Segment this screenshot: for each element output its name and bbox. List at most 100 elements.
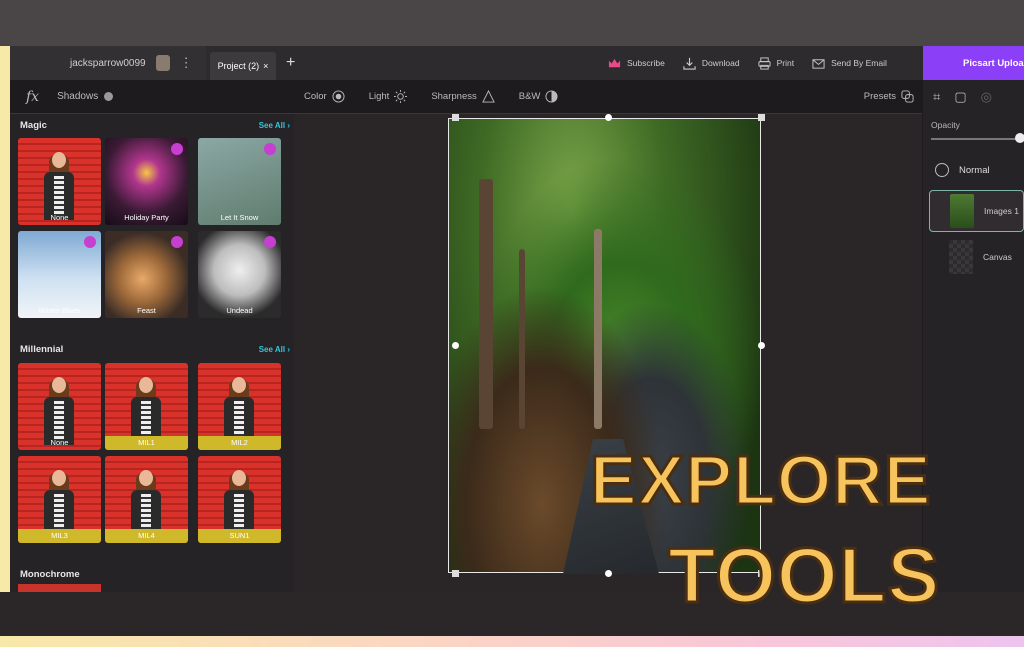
effects-panel: Magic See All › None Holiday Party Let I… [10,114,294,592]
sharpness-icon [481,90,495,103]
resize-handle[interactable] [758,342,765,349]
section-title-magic: Magic [20,120,47,131]
download-icon [683,57,696,70]
effect-label: MIL4 [138,531,155,540]
transform-icon[interactable]: ▢ [954,89,966,105]
shadows-icon [104,92,114,101]
tool-color-label: Color [304,91,327,102]
model-image [44,470,74,538]
adjust-toolbar: Color Light Sharpness B&W Presets [294,80,922,114]
overlay-line-1: EXPLORE [589,440,933,521]
effect-mil4[interactable]: MIL4 [105,456,188,543]
tool-light-label: Light [368,91,390,102]
resize-handle[interactable] [452,342,459,349]
model-image [44,152,74,220]
send-email-label: Send By Email [831,58,887,68]
layer-item[interactable]: Canvas [929,236,1024,278]
download-label: Download [701,58,740,68]
effect-label: Winter Blues [38,306,81,315]
print-label: Print [776,58,795,68]
effect-label: Let It Snow [220,213,259,222]
premium-icon [264,236,276,248]
layer-thumbnail [949,240,973,274]
tool-color[interactable]: Color [304,90,345,103]
section-title-monochrome: Monochrome [20,569,80,580]
send-email-button[interactable]: Send By Email [812,57,887,70]
effect-mil2[interactable]: MIL2 [198,363,281,450]
presets-label: Presets [863,91,896,102]
fx-icon[interactable]: fx [26,89,39,105]
print-icon [758,56,771,70]
presets-button[interactable]: Presets [864,90,914,103]
effect-label: None [50,213,69,222]
subscribe-label: Subscribe [627,58,665,68]
avatar[interactable] [155,55,170,71]
layer-name: Canvas [983,252,1012,262]
model-image [224,470,254,538]
close-icon[interactable]: × [263,61,268,71]
tool-sharpness[interactable]: Sharpness [431,90,495,103]
layer-item[interactable]: Images 1 [929,190,1024,232]
more-options-icon[interactable]: ⋮ [180,55,193,71]
top-background [0,0,1024,46]
effect-label: Holiday Party [124,213,169,222]
resize-handle[interactable] [452,570,459,577]
crop-icon[interactable]: ⌗ [933,89,940,105]
mail-icon [812,58,825,69]
tool-sharpness-label: Sharpness [431,91,477,102]
effect-none-magic[interactable]: None [18,138,101,225]
resize-handle[interactable] [452,114,459,121]
tool-light[interactable]: Light [369,90,408,103]
new-tab-button[interactable]: + [286,54,295,72]
blend-mode-select[interactable]: Normal [929,158,1024,182]
premium-icon [171,143,183,155]
model-image [131,470,161,538]
effect-label: MIL3 [51,531,68,540]
tab-project-label: Project (2) [217,61,260,71]
see-all-millennial[interactable]: See All › [259,345,290,354]
crown-icon [608,58,621,67]
layer-tools: ⌗ ▢ ◎ [923,80,1024,114]
header-actions: Subscribe Download Print Send By Email [608,46,905,80]
model-image [224,377,254,445]
see-all-magic[interactable]: See All › [259,121,290,130]
effect-mil3[interactable]: MIL3 [18,456,101,543]
effect-winter-blues[interactable]: Winter Blues [18,231,101,318]
blend-icon [935,163,949,177]
print-button[interactable]: Print [758,56,795,70]
mask-icon[interactable]: ◎ [981,89,992,105]
effect-label: MIL2 [231,438,248,447]
resize-handle[interactable] [605,114,612,121]
effect-label: MIL1 [138,438,155,447]
header-bar: jacksparrow0099 ⋮ Project (2) × + Subscr… [10,46,1024,80]
effects-tabs: fx Shadows [10,80,294,114]
effect-sun1[interactable]: SUN1 [198,456,281,543]
effect-none-millennial[interactable]: None [18,363,101,450]
download-button[interactable]: Download [683,57,740,70]
opacity-slider-knob[interactable] [1015,133,1024,143]
opacity-label: Opacity [931,120,960,130]
effect-let-it-snow[interactable]: Let It Snow [198,138,281,225]
tab-project[interactable]: Project (2) × [210,52,276,80]
resize-handle[interactable] [758,114,765,121]
layer-thumbnail [950,194,974,228]
subscribe-button[interactable]: Subscribe [608,57,665,70]
effect-label: None [50,438,69,447]
resize-handle[interactable] [605,570,612,577]
username: jacksparrow0099 [70,57,146,69]
blend-mode-value: Normal [959,164,990,176]
opacity-slider[interactable] [931,138,1024,140]
effect-undead[interactable]: Undead [198,231,281,318]
presets-icon [901,90,914,103]
premium-icon [171,236,183,248]
tab-shadows[interactable]: Shadows [57,91,98,102]
color-icon [332,90,345,103]
tool-bw[interactable]: B&W [519,90,559,103]
effect-holiday-party[interactable]: Holiday Party [105,138,188,225]
model-image [131,377,161,445]
upload-button[interactable]: Picsart Uploa [923,46,1024,80]
effect-feast[interactable]: Feast [105,231,188,318]
model-image [44,377,74,445]
user-menu[interactable]: jacksparrow0099 ⋮ [10,46,206,80]
effect-mil1[interactable]: MIL1 [105,363,188,450]
